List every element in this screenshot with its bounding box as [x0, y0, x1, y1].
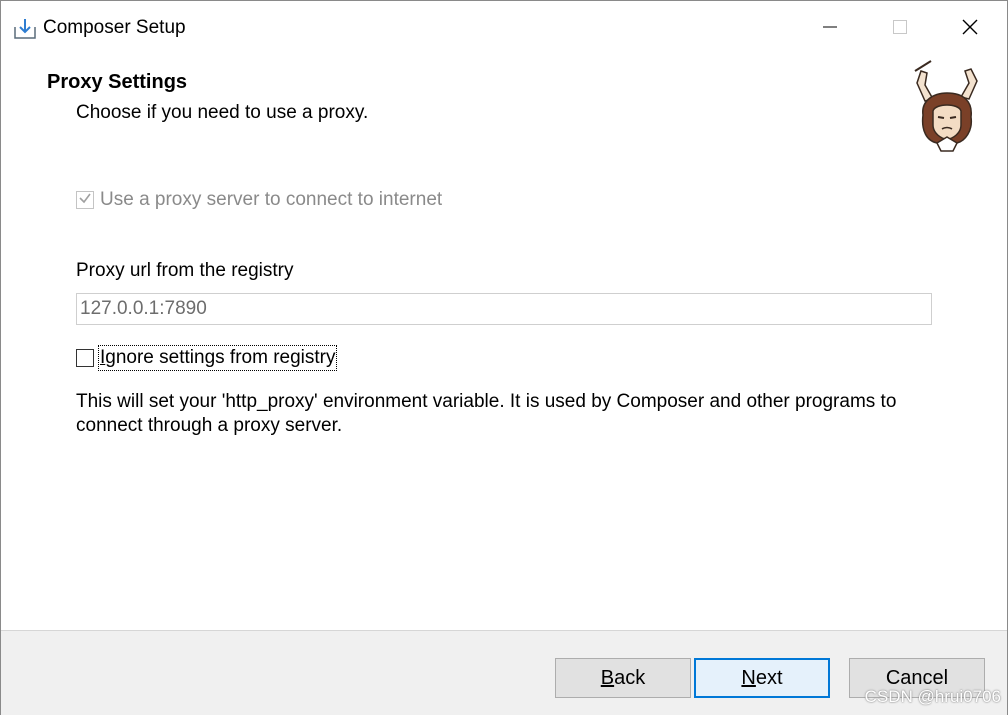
close-icon [961, 18, 979, 41]
ignore-registry-label-text: gnore settings from registry [105, 347, 336, 368]
next-accesskey: N [741, 666, 756, 689]
close-button[interactable] [935, 1, 1005, 57]
next-button[interactable]: Next [694, 658, 830, 698]
title-bar[interactable]: Composer Setup [1, 1, 1007, 57]
minimize-button[interactable] [795, 1, 865, 57]
window-title: Composer Setup [43, 17, 186, 38]
page-subtitle: Choose if you need to use a proxy. [76, 102, 369, 123]
back-label: ack [614, 666, 646, 689]
next-label: ext [755, 666, 783, 689]
proxy-description: This will set your 'http_proxy' environm… [76, 391, 897, 436]
use-proxy-checkbox [76, 191, 94, 209]
maximize-button [865, 1, 935, 57]
ignore-registry-checkbox[interactable] [76, 349, 94, 367]
minimize-icon [822, 19, 838, 40]
use-proxy-checkbox-row: Use a proxy server to connect to interne… [76, 188, 442, 212]
proxy-url-label: Proxy url from the registry [76, 260, 294, 281]
wizard-footer: Back Next Cancel CSDN @hrui0706 [1, 630, 1007, 715]
back-button[interactable]: Back [555, 658, 691, 698]
ignore-registry-label: Ignore settings from registry [97, 345, 338, 371]
back-accesskey: B [600, 666, 615, 689]
maximize-icon [892, 19, 908, 40]
watermark: CSDN @hrui0706 [864, 687, 1001, 706]
setup-window: Composer Setup Proxy Settings Choose if … [0, 0, 1008, 715]
proxy-url-field[interactable]: 127.0.0.1:7890 [76, 293, 932, 325]
page-title: Proxy Settings [47, 71, 188, 93]
installer-download-icon [13, 17, 39, 41]
use-proxy-label: Use a proxy server to connect to interne… [100, 189, 443, 210]
checkmark-icon [78, 189, 92, 211]
composer-mascot-image [907, 57, 991, 153]
ignore-registry-checkbox-row[interactable]: Ignore settings from registry [76, 345, 338, 371]
